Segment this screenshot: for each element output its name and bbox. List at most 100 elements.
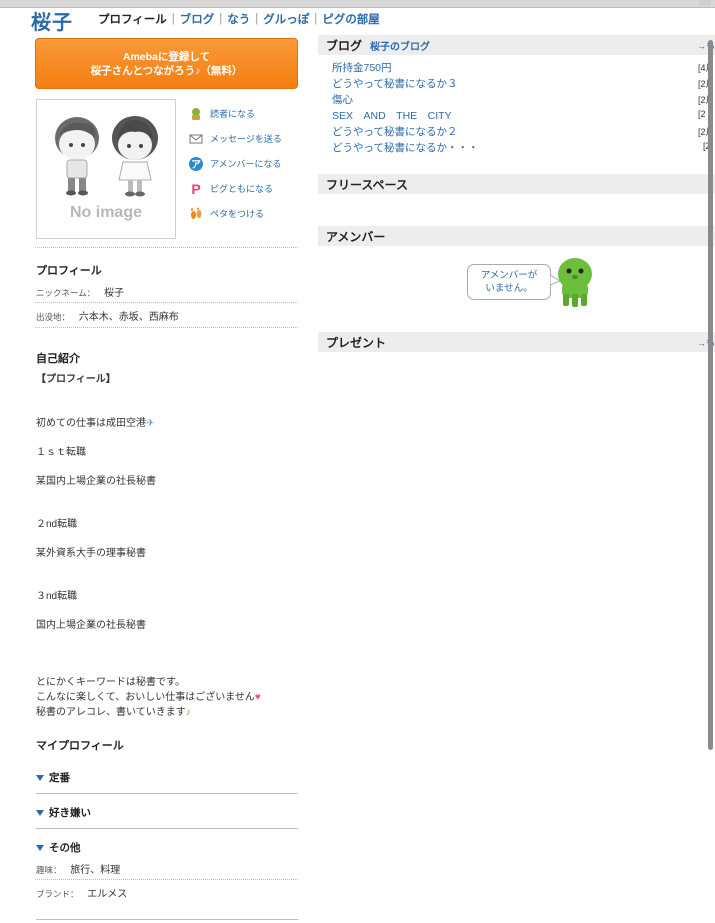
blog-post-link[interactable]: SEX AND THE CITY [332, 110, 452, 122]
blog-post-link[interactable]: 傷心 [332, 94, 353, 106]
site-name[interactable]: 桜子 [31, 6, 73, 35]
intro-line: １ｓｔ転職 [36, 447, 86, 458]
amember-header: アメンバー [318, 226, 715, 246]
intro-line: 国内上場企業の社長秘書 [36, 620, 146, 631]
intro-subheading: 【プロフィール】 [36, 374, 116, 385]
main-nav: プロフィール | ブログ | なう | グルっぽ | ピグの部屋 [98, 11, 380, 27]
nickname-value: 桜子 [104, 288, 125, 299]
list-item: 傷心 [2月 [332, 92, 715, 108]
intro-line: ２nd転職 [36, 519, 78, 530]
avatar: No image [36, 99, 176, 239]
action-label: メッセージを送る [210, 134, 282, 144]
nav-separator: | [314, 13, 318, 25]
list-item: どうやって秘書になるか２ [2月 [332, 124, 715, 140]
divider [36, 793, 298, 794]
present-header: プレゼント →も [318, 332, 715, 352]
nav-blog[interactable]: ブログ [180, 11, 215, 27]
action-send-message[interactable]: メッセージを送る [189, 126, 282, 151]
intro-heading: 自己紹介 [36, 353, 80, 365]
hobby-value: 旅行、料理 [70, 865, 121, 876]
blog-section-header: ブログ 桜子のブログ →も [318, 35, 715, 55]
music-note-icon: ♪ [185, 707, 191, 718]
free-space-header: フリースペース [318, 174, 715, 194]
blog-post-date: [2 [698, 109, 706, 119]
nav-profile[interactable]: プロフィール [98, 11, 167, 27]
triangle-down-icon [36, 844, 44, 851]
nav-separator: | [255, 13, 259, 25]
divider [36, 828, 298, 829]
divider [35, 302, 298, 303]
action-add-peta[interactable]: ペタをつける [189, 201, 282, 226]
brand-row: ブランド： エルメス [36, 885, 127, 900]
nav-now[interactable]: なう [227, 11, 250, 27]
action-label: 読者になる [210, 109, 256, 119]
profile-heading: プロフィール [36, 265, 102, 277]
blog-post-link[interactable]: 所持金750円 [332, 62, 392, 74]
accordion-label: 好き嫌い [49, 807, 91, 819]
intro-line: 秘書のアレコレ、書いていきます♪ [36, 705, 191, 720]
blog-post-link[interactable]: どうやって秘書になるか３ [332, 78, 457, 90]
profile-actions: 読者になる メッセージを送る ア アメンバーになる P ピグともになる ペタをつ… [189, 101, 282, 226]
birthplace-key: 出没地： [36, 312, 71, 322]
divider [35, 247, 298, 248]
action-label: アメンバーになる [210, 159, 282, 169]
triangle-down-icon [36, 809, 44, 816]
nav-pigg-room[interactable]: ピグの部屋 [322, 11, 380, 27]
list-item: 所持金750円 [4月 [332, 60, 715, 76]
no-image-label: No image [69, 204, 142, 221]
plane-emoji-icon: ✈ [146, 418, 155, 429]
blog-post-list: 所持金750円 [4月 どうやって秘書になるか３ [2月 傷心 [2月 SEX … [332, 60, 715, 156]
list-item: SEX AND THE CITY [2 [332, 108, 715, 124]
birthplace-row: 出没地： 六本木、赤坂、西麻布 [36, 308, 179, 323]
scrollbar-thumb[interactable] [708, 40, 713, 750]
nav-group[interactable]: グルっぽ [263, 11, 309, 27]
intro-line: とにかくキーワードは秘書です。 [36, 677, 185, 688]
action-label: ピグともになる [210, 184, 274, 194]
action-become-amember[interactable]: ア アメンバーになる [189, 151, 282, 176]
accordion-standard[interactable]: 定番 [36, 770, 70, 785]
blog-name-link[interactable]: 桜子のブログ [370, 38, 430, 53]
intro-line: ３nd転職 [36, 591, 78, 602]
action-label: ペタをつける [210, 209, 265, 219]
intro-line: 初めての仕事は成田空港✈ [36, 416, 154, 431]
intro-text: 初めての仕事は成田空港 [36, 418, 146, 429]
amember-icon: ア [189, 156, 203, 171]
no-image-illustration [55, 116, 158, 197]
action-become-reader[interactable]: 読者になる [189, 101, 282, 126]
heart-emoji-icon: ♥ [254, 692, 261, 703]
my-profile-heading: マイプロフィール [36, 740, 124, 752]
pigg-icon: P [191, 180, 201, 197]
amember-title: アメンバー [326, 229, 386, 244]
reader-icon [189, 107, 203, 121]
nickname-key: ニックネーム： [36, 288, 96, 298]
free-space-title: フリースペース [326, 177, 408, 192]
intro-text: こんなに楽しくて、おいしい仕事はございません [36, 692, 255, 703]
blog-post-link[interactable]: どうやって秘書になるか・・・ [332, 142, 478, 154]
intro-line: こんなに楽しくて、おいしい仕事はございません♥ [36, 690, 261, 705]
accordion-label: その他 [49, 842, 81, 854]
footprint-icon [189, 207, 203, 221]
accordion-likes-dislikes[interactable]: 好き嫌い [36, 805, 91, 820]
present-title: プレゼント [326, 335, 387, 350]
accordion-label: 定番 [49, 772, 70, 784]
list-item: どうやって秘書になるか・・・ [2/ [332, 140, 715, 156]
envelope-icon [189, 132, 203, 146]
blog-post-link[interactable]: どうやって秘書になるか２ [332, 126, 457, 138]
hobby-row: 趣味： 旅行、料理 [36, 861, 120, 876]
window-top-bar [0, 0, 715, 8]
blog-section-title: ブログ [326, 38, 363, 53]
triangle-down-icon [36, 774, 44, 781]
scroll-up-arrow[interactable] [699, 0, 711, 6]
list-item: どうやって秘書になるか３ [2月 [332, 76, 715, 92]
intro-line: 某外資系大手の理事秘書 [36, 548, 146, 559]
brand-key: ブランド： [36, 889, 79, 899]
birthplace-value: 六本木、赤坂、西麻布 [78, 312, 179, 323]
divider [35, 327, 298, 328]
accordion-other[interactable]: その他 [36, 840, 81, 855]
action-become-pigg-friend[interactable]: P ピグともになる [189, 176, 282, 201]
amember-mascot-icon [558, 258, 592, 307]
nav-separator: | [171, 13, 175, 25]
hobby-key: 趣味： [36, 865, 62, 875]
register-button[interactable]: Amebaに登録して 桜子さんとつながろう♪（無料） [35, 38, 298, 89]
intro-line: 某国内上場企業の社長秘書 [36, 476, 156, 487]
